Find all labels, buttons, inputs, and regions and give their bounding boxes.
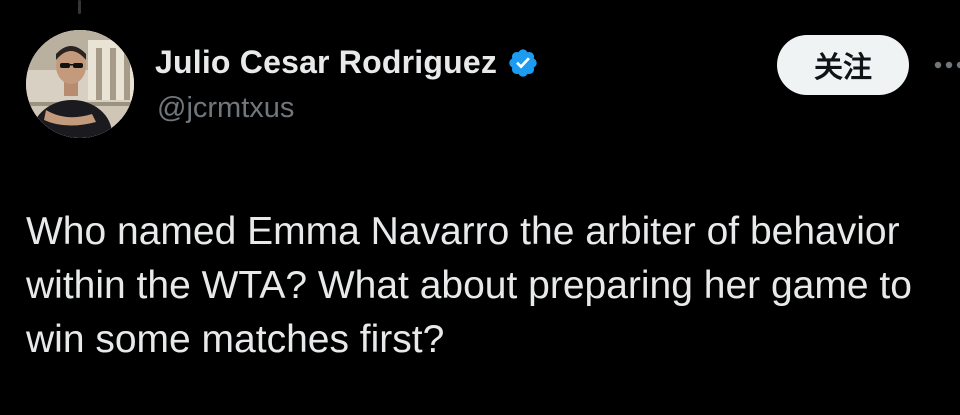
- post-text: Who named Emma Navarro the arbiter of be…: [26, 210, 912, 361]
- thread-connector-line: [78, 0, 81, 14]
- profile-photo: [26, 30, 134, 138]
- more-options-icon[interactable]: [934, 58, 960, 70]
- author-name-row: Julio Cesar Rodriguez: [155, 44, 539, 81]
- author-handle[interactable]: @jcrmtxus: [157, 92, 294, 125]
- follow-button[interactable]: 关注: [777, 35, 909, 95]
- avatar[interactable]: [26, 30, 134, 138]
- verified-badge-icon: [507, 47, 539, 79]
- author-display-name[interactable]: Julio Cesar Rodriguez: [155, 44, 497, 81]
